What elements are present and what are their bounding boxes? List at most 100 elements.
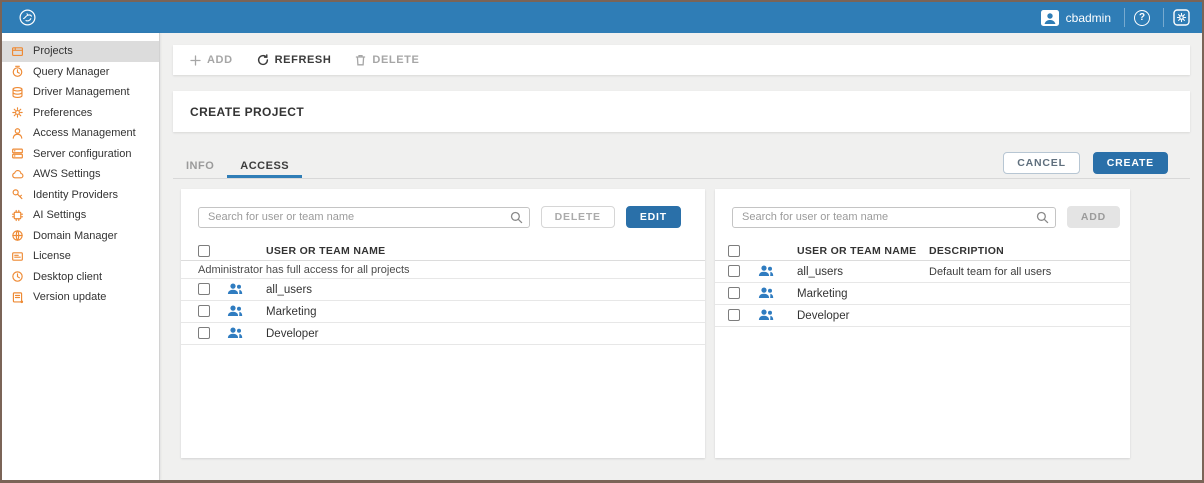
sidebar-item-projects[interactable]: Projects [2,41,159,62]
table-row[interactable]: Marketing [715,283,1130,305]
admin-note: Administrator has full access for all pr… [181,261,705,279]
row-checkbox[interactable] [728,309,740,321]
select-all-checkbox[interactable] [728,245,740,257]
page-title: CREATE PROJECT [190,105,304,119]
available-teams-table: USER OR TEAM NAME DESCRIPTION all_users … [715,242,1130,327]
sidebar-item-label: Version update [33,291,106,303]
team-name: Marketing [797,283,929,305]
top-bar: cbadmin ? [2,2,1202,33]
team-description [929,305,1130,327]
sidebar-item-ai-settings[interactable]: AI Settings [2,205,159,226]
sidebar-item-domain-manager[interactable]: Domain Manager [2,226,159,247]
trash-icon [355,54,366,66]
topbar-actions: cbadmin ? [1041,8,1190,27]
help-glyph: ? [1139,12,1145,23]
grant-add-button[interactable]: ADD [1067,206,1120,228]
license-icon [11,250,24,263]
query-manager-icon [11,65,24,78]
granted-access-panel: DELETE EDIT USER OR TEAM NAME Administra… [181,189,705,458]
edit-button[interactable]: EDIT [626,206,681,228]
description-column-header: DESCRIPTION [929,242,1130,261]
team-description: Default team for all users [929,261,1130,283]
create-button[interactable]: CREATE [1093,152,1168,174]
cancel-button[interactable]: CANCEL [1003,152,1080,174]
sidebar-item-driver-management[interactable]: Driver Management [2,82,159,103]
table-row[interactable]: Marketing [181,301,705,323]
version-update-icon [11,291,24,304]
username-label: cbadmin [1066,11,1111,25]
row-checkbox[interactable] [198,305,210,317]
name-column-header: USER OR TEAM NAME [797,242,929,261]
available-access-panel: ADD USER OR TEAM NAME DESCRIPTION [715,189,1130,458]
team-name: Developer [266,323,705,345]
team-icon [758,287,774,299]
topbar-divider [1124,8,1125,27]
team-description [929,283,1130,305]
preferences-icon [11,106,24,119]
row-checkbox[interactable] [198,283,210,295]
admin-sidebar: Projects Query Manager Driver Management… [2,33,160,480]
table-row[interactable]: all_users Default team for all users [715,261,1130,283]
table-row[interactable]: Developer [181,323,705,345]
topbar-divider [1163,8,1164,27]
sidebar-item-label: License [33,250,71,262]
revoke-delete-button[interactable]: DELETE [541,206,615,228]
available-search-input[interactable] [732,207,1056,228]
team-name: Developer [797,305,929,327]
tab-info[interactable]: INFO [173,153,227,178]
sidebar-item-aws-settings[interactable]: AWS Settings [2,164,159,185]
table-row[interactable]: all_users [181,279,705,301]
refresh-button[interactable]: REFRESH [257,54,332,66]
sidebar-item-label: Projects [33,45,73,57]
granted-teams-table: USER OR TEAM NAME Administrator has full… [181,242,705,345]
row-checkbox[interactable] [728,265,740,277]
team-icon [758,265,774,277]
table-row[interactable]: Developer [715,305,1130,327]
app-window: cbadmin ? Projects Query Manage [0,0,1204,483]
user-menu[interactable]: cbadmin [1041,10,1111,26]
sidebar-item-label: Identity Providers [33,189,118,201]
granted-search-input[interactable] [198,207,530,228]
sidebar-item-label: AWS Settings [33,168,100,180]
team-name: Marketing [266,301,705,323]
tab-bar: INFO ACCESS CANCEL CREATE [173,153,1190,179]
available-search-row: ADD [715,189,1130,242]
admin-note-row: Administrator has full access for all pr… [181,261,705,279]
sidebar-item-desktop-client[interactable]: Desktop client [2,267,159,288]
sidebar-item-access-management[interactable]: Access Management [2,123,159,144]
plus-icon [190,55,201,66]
team-icon [227,283,243,295]
tab-info-label: INFO [186,160,214,172]
tab-access[interactable]: ACCESS [227,153,302,178]
sidebar-item-version-update[interactable]: Version update [2,287,159,308]
sidebar-item-label: Driver Management [33,86,130,98]
settings-gear-icon[interactable] [1173,9,1190,26]
row-checkbox[interactable] [728,287,740,299]
form-actions: CANCEL CREATE [1003,153,1190,178]
desktop-client-icon [11,270,24,283]
sidebar-item-label: AI Settings [33,209,86,221]
sidebar-item-license[interactable]: License [2,246,159,267]
team-name: all_users [266,279,705,301]
delete-button[interactable]: DELETE [355,54,419,66]
ai-settings-icon [11,209,24,222]
main-content: ADD REFRESH DELETE CREATE PROJECT [160,33,1202,480]
sidebar-item-query-manager[interactable]: Query Manager [2,62,159,83]
sidebar-item-label: Desktop client [33,271,102,283]
access-panels: DELETE EDIT USER OR TEAM NAME Administra… [181,189,1190,458]
select-all-checkbox[interactable] [198,245,210,257]
sidebar-item-label: Server configuration [33,148,131,160]
add-button[interactable]: ADD [190,54,233,66]
help-icon[interactable]: ? [1134,10,1150,26]
tab-access-label: ACCESS [240,160,289,172]
sidebar-item-server-configuration[interactable]: Server configuration [2,144,159,165]
identity-providers-icon [11,188,24,201]
sidebar-item-preferences[interactable]: Preferences [2,103,159,124]
page-title-card: CREATE PROJECT [173,91,1190,132]
add-button-label: ADD [207,54,233,66]
team-icon [758,309,774,321]
projects-icon [11,45,24,58]
row-checkbox[interactable] [198,327,210,339]
sidebar-item-identity-providers[interactable]: Identity Providers [2,185,159,206]
search-icon [1036,211,1049,224]
